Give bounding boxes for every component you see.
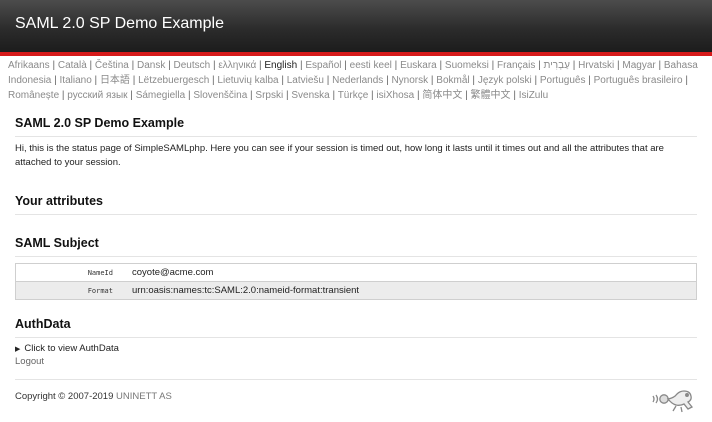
language-separator: | bbox=[129, 75, 139, 86]
attribute-key: Format bbox=[15, 281, 132, 300]
language-link[interactable]: Lietuvių kalba bbox=[217, 75, 278, 86]
language-separator: | bbox=[278, 75, 287, 86]
language-link[interactable]: Bokmål bbox=[436, 75, 469, 86]
language-link[interactable]: Español bbox=[305, 60, 341, 71]
language-link[interactable]: 简体中文 bbox=[422, 90, 462, 101]
authdata-toggle-label: Click to view AuthData bbox=[24, 343, 119, 354]
page-footer: Copyright © 2007-2019 UNINETT AS bbox=[15, 379, 697, 402]
logout-row: Logout bbox=[15, 356, 697, 367]
language-link[interactable]: Euskara bbox=[400, 60, 437, 71]
authdata-heading: AuthData bbox=[15, 317, 697, 338]
language-link[interactable]: Nederlands bbox=[332, 75, 383, 86]
triangle-right-icon: ▶ bbox=[15, 346, 21, 353]
attribute-value: coyote@acme.com bbox=[132, 263, 697, 282]
attributes-heading: Your attributes bbox=[15, 194, 697, 215]
table-row: NameId coyote@acme.com bbox=[15, 263, 697, 282]
language-link[interactable]: Português bbox=[540, 75, 586, 86]
language-link[interactable]: Magyar bbox=[622, 60, 655, 71]
language-link[interactable]: isiXhosa bbox=[376, 90, 414, 101]
language-link[interactable]: Català bbox=[58, 60, 87, 71]
language-separator: | bbox=[51, 75, 60, 86]
language-separator: | bbox=[569, 60, 579, 71]
logout-link[interactable]: Logout bbox=[15, 356, 44, 367]
language-link: English bbox=[264, 60, 298, 71]
language-link[interactable]: Nynorsk bbox=[391, 75, 428, 86]
language-link[interactable]: Românește bbox=[8, 90, 59, 101]
language-link[interactable]: Suomeksi bbox=[445, 60, 489, 71]
main-content: SAML 2.0 SP Demo Example Hi, this is the… bbox=[15, 116, 697, 367]
language-separator: | bbox=[469, 75, 478, 86]
language-separator: | bbox=[49, 60, 58, 71]
language-link[interactable]: Slovenščina bbox=[193, 90, 247, 101]
language-separator: | bbox=[655, 60, 664, 71]
language-separator: | bbox=[462, 90, 471, 101]
company-link[interactable]: UNINETT AS bbox=[116, 391, 172, 402]
language-bar: Afrikaans | Català | Čeština | Dansk | D… bbox=[0, 56, 712, 103]
language-separator: | bbox=[585, 75, 594, 86]
language-link[interactable]: IsiZulu bbox=[519, 90, 548, 101]
language-link[interactable]: Português brasileiro bbox=[594, 75, 683, 86]
attributes-section: Your attributes bbox=[15, 194, 697, 215]
language-separator: | bbox=[86, 60, 95, 71]
table-row: Format urn:oasis:names:tc:SAML:2.0:namei… bbox=[15, 281, 697, 300]
language-link[interactable]: Latviešu bbox=[287, 75, 324, 86]
site-title: SAML 2.0 SP Demo Example bbox=[15, 15, 224, 32]
language-link[interactable]: Türkçe bbox=[338, 90, 369, 101]
intro-text: Hi, this is the status page of SimpleSAM… bbox=[15, 143, 664, 168]
language-link[interactable]: Srpski bbox=[255, 90, 283, 101]
saml-subject-section: SAML Subject NameId coyote@acme.com Form… bbox=[15, 236, 697, 300]
language-link[interactable]: русский язык bbox=[67, 90, 127, 101]
language-link[interactable]: Hrvatski bbox=[578, 60, 614, 71]
language-separator: | bbox=[341, 60, 350, 71]
language-separator: | bbox=[531, 75, 540, 86]
language-link[interactable]: Sámegiella bbox=[136, 90, 185, 101]
language-separator: | bbox=[128, 60, 137, 71]
language-separator: | bbox=[488, 60, 497, 71]
language-link[interactable]: 日本語 bbox=[100, 75, 130, 86]
language-link[interactable]: ελληνικά bbox=[218, 60, 256, 71]
language-separator: | bbox=[329, 90, 338, 101]
attribute-key: NameId bbox=[15, 263, 132, 282]
language-separator: | bbox=[510, 90, 519, 101]
language-separator: | bbox=[91, 75, 100, 86]
page-title: SAML 2.0 SP Demo Example bbox=[15, 116, 697, 137]
simplesamlphp-logo-icon bbox=[652, 390, 694, 413]
language-link[interactable]: Svenska bbox=[291, 90, 329, 101]
authdata-section: AuthData ▶ Click to view AuthData Logout bbox=[15, 317, 697, 367]
language-link[interactable]: עַבְרִית bbox=[543, 60, 569, 71]
language-link[interactable]: Deutsch bbox=[173, 60, 210, 71]
language-link[interactable]: Afrikaans bbox=[8, 60, 50, 71]
saml-subject-heading: SAML Subject bbox=[15, 236, 697, 257]
language-link[interactable]: Čeština bbox=[95, 60, 129, 71]
language-separator: | bbox=[436, 60, 445, 71]
language-link[interactable]: Język polski bbox=[478, 75, 532, 86]
authdata-toggle[interactable]: ▶ Click to view AuthData bbox=[15, 343, 697, 354]
copyright-text: Copyright © 2007-2019 bbox=[15, 391, 117, 402]
saml-subject-table: NameId coyote@acme.com Format urn:oasis:… bbox=[15, 263, 697, 300]
language-link[interactable]: Lëtzebuergesch bbox=[138, 75, 209, 86]
language-separator: | bbox=[391, 60, 401, 71]
language-separator: | bbox=[323, 75, 333, 86]
language-link[interactable]: eesti keel bbox=[350, 60, 392, 71]
attribute-value: urn:oasis:names:tc:SAML:2.0:nameid-forma… bbox=[132, 281, 697, 300]
language-link[interactable]: Dansk bbox=[137, 60, 165, 71]
language-separator: | bbox=[682, 75, 688, 86]
language-link[interactable]: Français bbox=[497, 60, 535, 71]
page-header: SAML 2.0 SP Demo Example bbox=[0, 0, 712, 52]
language-link[interactable]: Italiano bbox=[60, 75, 92, 86]
language-separator: | bbox=[127, 90, 136, 101]
language-link[interactable]: 繁體中文 bbox=[471, 90, 511, 101]
